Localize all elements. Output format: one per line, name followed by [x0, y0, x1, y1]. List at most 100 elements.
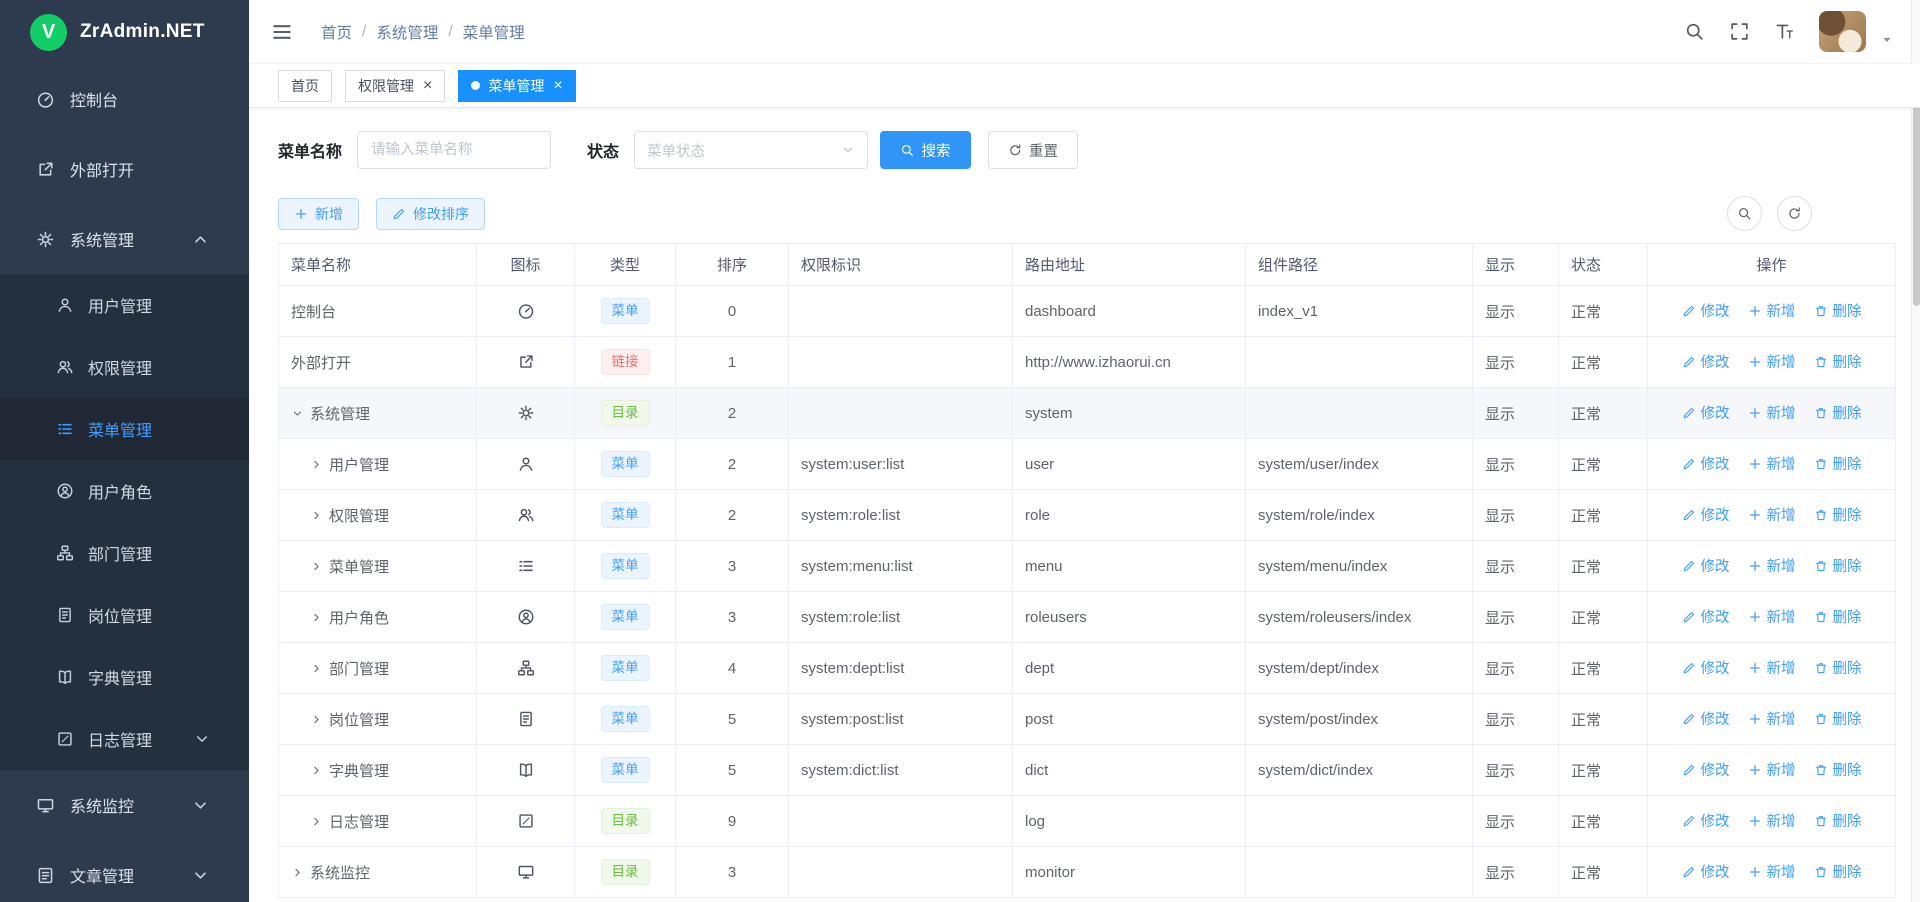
sidebar-item-dept[interactable]: 部门管理 — [0, 522, 249, 584]
row-edit-link[interactable]: 修改 — [1682, 861, 1730, 882]
row-delete-link[interactable]: 删除 — [1814, 351, 1862, 372]
row-edit-link[interactable]: 修改 — [1682, 555, 1730, 576]
row-delete-link[interactable]: 删除 — [1814, 657, 1862, 678]
sidebar-item-roleusers[interactable]: 用户角色 — [0, 460, 249, 522]
row-delete-link[interactable]: 删除 — [1814, 810, 1862, 831]
row-delete-link[interactable]: 删除 — [1814, 555, 1862, 576]
sort-button[interactable]: 修改排序 — [376, 198, 485, 230]
row-add-link[interactable]: 新增 — [1748, 351, 1796, 372]
table-row[interactable]: 字典管理菜单5system:dict:listdictsystem/dict/i… — [279, 745, 1896, 796]
sidebar-item-dict[interactable]: 字典管理 — [0, 646, 249, 708]
font-size-icon[interactable] — [1774, 21, 1795, 42]
tab-1[interactable]: 权限管理× — [345, 70, 445, 102]
row-add-link[interactable]: 新增 — [1748, 402, 1796, 423]
tab-2[interactable]: 菜单管理× — [458, 70, 575, 102]
table-row[interactable]: 菜单管理菜单3system:menu:listmenusystem/menu/i… — [279, 541, 1896, 592]
row-delete-link[interactable]: 删除 — [1814, 861, 1862, 882]
chevron-right-icon[interactable] — [310, 713, 323, 726]
op-label: 修改 — [1701, 861, 1730, 882]
table-row[interactable]: 日志管理目录9log显示正常修改新增删除 — [279, 796, 1896, 847]
sidebar-item-role[interactable]: 权限管理 — [0, 336, 249, 398]
sidebar-item-console[interactable]: 控制台 — [0, 64, 249, 134]
row-add-link[interactable]: 新增 — [1748, 861, 1796, 882]
row-add-link[interactable]: 新增 — [1748, 606, 1796, 627]
search-button[interactable]: 搜索 — [880, 131, 971, 169]
sidebar-item-log[interactable]: 日志管理 — [0, 708, 249, 770]
users-icon — [56, 358, 74, 376]
tab-close-icon[interactable]: × — [423, 78, 432, 94]
chevron-right-icon[interactable] — [310, 509, 323, 522]
sidebar-item-article[interactable]: 文章管理 — [0, 840, 249, 902]
collapse-sidebar-icon[interactable] — [271, 21, 293, 43]
breadcrumb-item-menu[interactable]: 菜单管理 — [463, 21, 525, 43]
row-add-link[interactable]: 新增 — [1748, 759, 1796, 780]
row-delete-link[interactable]: 删除 — [1814, 300, 1862, 321]
chevron-right-icon[interactable] — [310, 458, 323, 471]
reset-button[interactable]: 重置 — [988, 131, 1079, 169]
row-delete-link[interactable]: 删除 — [1814, 453, 1862, 474]
row-add-link[interactable]: 新增 — [1748, 555, 1796, 576]
app-logo[interactable]: V ZrAdmin.NET — [0, 0, 249, 64]
sidebar-item-external[interactable]: 外部打开 — [0, 134, 249, 204]
menu-name-input[interactable] — [357, 131, 551, 169]
breadcrumb-item-home[interactable]: 首页 — [321, 21, 352, 43]
add-button[interactable]: 新增 — [278, 198, 359, 230]
row-edit-link[interactable]: 修改 — [1682, 453, 1730, 474]
chevron-right-icon[interactable] — [310, 815, 323, 828]
row-add-link[interactable]: 新增 — [1748, 657, 1796, 678]
row-edit-link[interactable]: 修改 — [1682, 759, 1730, 780]
row-edit-link[interactable]: 修改 — [1682, 351, 1730, 372]
row-edit-link[interactable]: 修改 — [1682, 504, 1730, 525]
row-delete-link[interactable]: 删除 — [1814, 708, 1862, 729]
chevron-right-icon[interactable] — [291, 866, 304, 879]
table-row[interactable]: 部门管理菜单4system:dept:listdeptsystem/dept/i… — [279, 643, 1896, 694]
caret-down-icon[interactable] — [1880, 33, 1894, 47]
row-add-link[interactable]: 新增 — [1748, 810, 1796, 831]
sidebar-item-system[interactable]: 系统管理 — [0, 204, 249, 274]
page-scrollbar[interactable] — [1911, 0, 1920, 902]
sidebar-item-user[interactable]: 用户管理 — [0, 274, 249, 336]
table-row[interactable]: 用户角色菜单3system:role:listroleuserssystem/r… — [279, 592, 1896, 643]
table-row[interactable]: 外部打开链接1http://www.izhaorui.cn显示正常修改新增删除 — [279, 337, 1896, 388]
chevron-down-icon[interactable] — [291, 407, 304, 420]
row-edit-link[interactable]: 修改 — [1682, 300, 1730, 321]
sidebar-item-label: 外部打开 — [70, 157, 134, 181]
table-refresh-button[interactable] — [1777, 196, 1812, 231]
chevron-right-icon[interactable] — [310, 764, 323, 777]
chevron-right-icon[interactable] — [310, 611, 323, 624]
row-edit-link[interactable]: 修改 — [1682, 708, 1730, 729]
table-search-button[interactable] — [1727, 196, 1762, 231]
row-add-link[interactable]: 新增 — [1748, 708, 1796, 729]
row-add-link[interactable]: 新增 — [1748, 300, 1796, 321]
sidebar-item-monitor[interactable]: 系统监控 — [0, 770, 249, 840]
chevron-right-icon[interactable] — [310, 662, 323, 675]
breadcrumb-item-system[interactable]: 系统管理 — [376, 21, 438, 43]
row-delete-link[interactable]: 删除 — [1814, 606, 1862, 627]
row-delete-link[interactable]: 删除 — [1814, 759, 1862, 780]
row-add-link[interactable]: 新增 — [1748, 453, 1796, 474]
table-row[interactable]: 用户管理菜单2system:user:listusersystem/user/i… — [279, 439, 1896, 490]
row-add-link[interactable]: 新增 — [1748, 504, 1796, 525]
trash-icon — [1814, 865, 1828, 879]
row-edit-link[interactable]: 修改 — [1682, 402, 1730, 423]
row-edit-link[interactable]: 修改 — [1682, 657, 1730, 678]
row-delete-link[interactable]: 删除 — [1814, 504, 1862, 525]
table-row[interactable]: 系统管理目录2system显示正常修改新增删除 — [279, 388, 1896, 439]
tab-close-icon[interactable]: × — [553, 78, 562, 94]
table-row[interactable]: 岗位管理菜单5system:post:listpostsystem/post/i… — [279, 694, 1896, 745]
table-row[interactable]: 权限管理菜单2system:role:listrolesystem/role/i… — [279, 490, 1896, 541]
row-delete-link[interactable]: 删除 — [1814, 402, 1862, 423]
user-role-icon — [517, 608, 535, 626]
fullscreen-icon[interactable] — [1729, 21, 1750, 42]
table-row[interactable]: 控制台菜单0dashboardindex_v1显示正常修改新增删除 — [279, 286, 1896, 337]
search-icon[interactable] — [1684, 21, 1705, 42]
table-row[interactable]: 系统监控目录3monitor显示正常修改新增删除 — [279, 847, 1896, 898]
chevron-right-icon[interactable] — [310, 560, 323, 573]
sidebar-item-post[interactable]: 岗位管理 — [0, 584, 249, 646]
row-edit-link[interactable]: 修改 — [1682, 810, 1730, 831]
status-select[interactable]: 菜单状态 — [634, 131, 868, 169]
row-edit-link[interactable]: 修改 — [1682, 606, 1730, 627]
sidebar-item-menu[interactable]: 菜单管理 — [0, 398, 249, 460]
user-avatar[interactable] — [1819, 11, 1866, 52]
tab-0[interactable]: 首页 — [278, 70, 332, 102]
